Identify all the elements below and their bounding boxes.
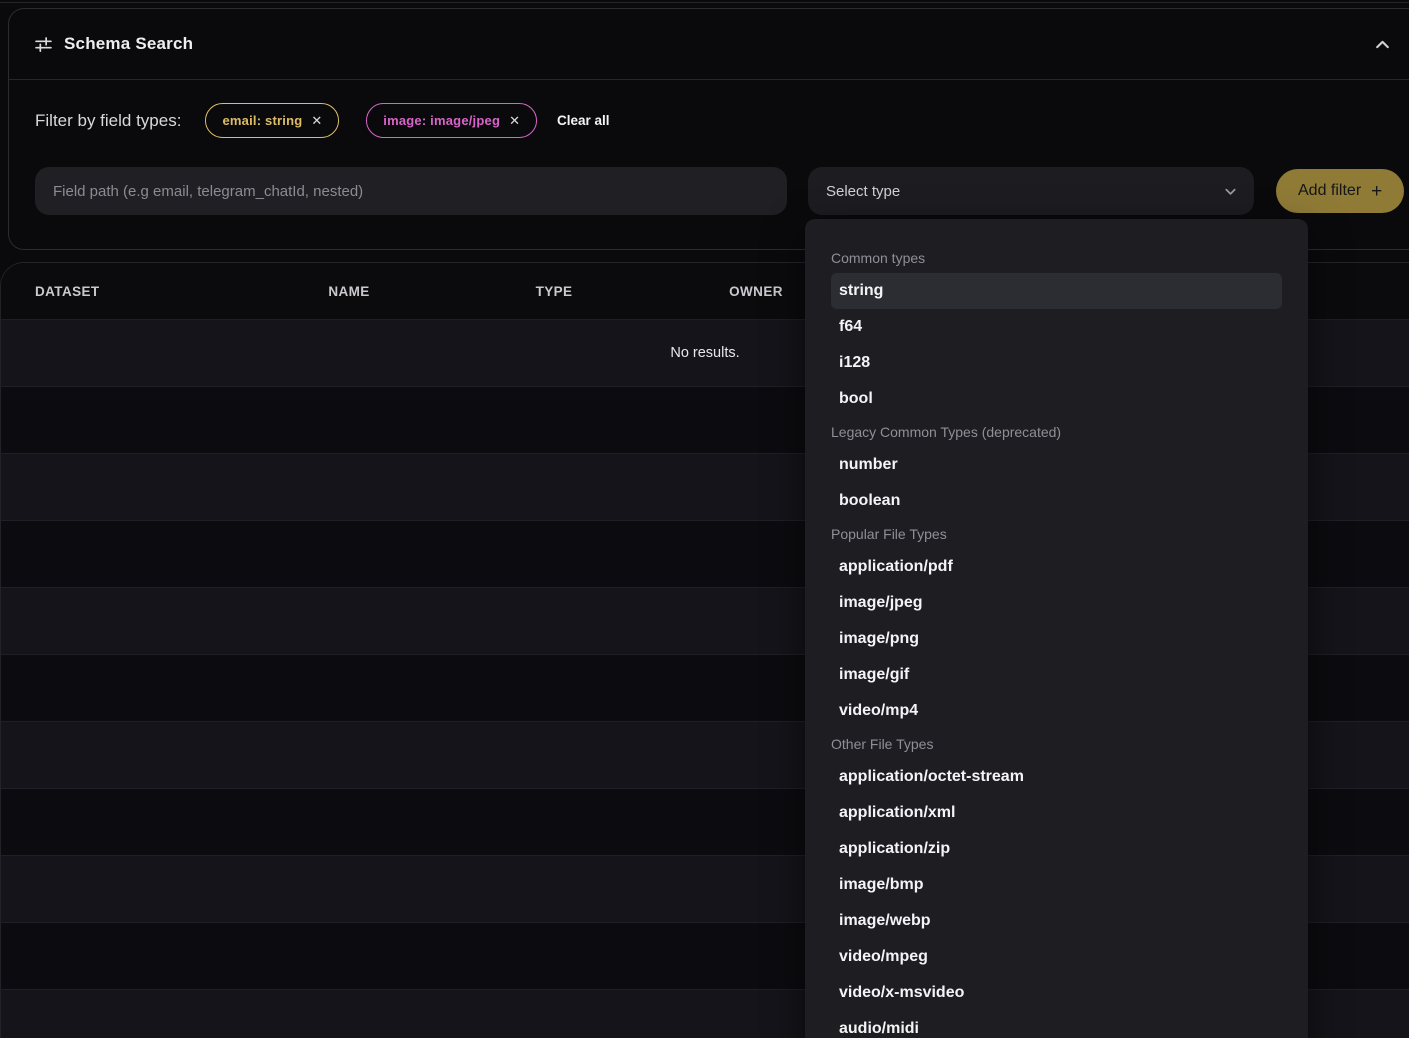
type-group-label: Legacy Common Types (deprecated) bbox=[831, 417, 1282, 447]
type-option[interactable]: f64 bbox=[831, 309, 1282, 345]
panel-body: Filter by field types: email: string ✕ i… bbox=[9, 80, 1409, 215]
filter-chip-label: image: image/jpeg bbox=[383, 113, 500, 128]
type-group-label: Common types bbox=[831, 243, 1282, 273]
type-option[interactable]: application/xml bbox=[831, 795, 1282, 831]
panel-header: Schema Search bbox=[9, 9, 1409, 80]
filter-chip: image: image/jpeg ✕ bbox=[366, 103, 537, 138]
column-header: DATASET bbox=[1, 284, 241, 299]
type-option[interactable]: audio/midi bbox=[831, 1011, 1282, 1038]
chevron-up-icon bbox=[1374, 36, 1391, 53]
field-path-input[interactable] bbox=[35, 167, 787, 215]
type-option[interactable]: image/bmp bbox=[831, 867, 1282, 903]
add-filter-button[interactable]: Add filter + bbox=[1276, 169, 1404, 213]
type-option[interactable]: image/webp bbox=[831, 903, 1282, 939]
chip-list: email: string ✕ image: image/jpeg ✕ bbox=[205, 103, 537, 138]
type-option[interactable]: i128 bbox=[831, 345, 1282, 381]
plus-icon: + bbox=[1371, 182, 1382, 201]
top-divider bbox=[0, 2, 1409, 3]
type-group-label: Popular File Types bbox=[831, 519, 1282, 549]
type-option[interactable]: image/png bbox=[831, 621, 1282, 657]
type-option[interactable]: bool bbox=[831, 381, 1282, 417]
type-option[interactable]: boolean bbox=[831, 483, 1282, 519]
type-option[interactable]: video/mpeg bbox=[831, 939, 1282, 975]
filter-chip: email: string ✕ bbox=[205, 103, 339, 138]
chip-remove-button[interactable]: ✕ bbox=[509, 114, 520, 127]
clear-all-button[interactable]: Clear all bbox=[557, 113, 610, 128]
column-header: NAME bbox=[241, 284, 457, 299]
collapse-panel-button[interactable] bbox=[1370, 32, 1394, 56]
chevron-down-icon bbox=[1223, 184, 1238, 199]
type-option[interactable]: application/zip bbox=[831, 831, 1282, 867]
filter-by-label: Filter by field types: bbox=[35, 111, 181, 131]
page-title: Schema Search bbox=[64, 34, 193, 54]
type-option[interactable]: application/octet-stream bbox=[831, 759, 1282, 795]
type-option[interactable]: string bbox=[831, 273, 1282, 309]
type-dropdown-menu: Common typesstringf64i128boolLegacy Comm… bbox=[805, 219, 1308, 1038]
chip-remove-button[interactable]: ✕ bbox=[311, 114, 322, 127]
schema-search-panel: Schema Search Filter by field types: ema… bbox=[8, 8, 1409, 250]
type-select-value: Select type bbox=[826, 183, 900, 200]
column-header: TYPE bbox=[457, 284, 651, 299]
type-option[interactable]: number bbox=[831, 447, 1282, 483]
type-group-label: Other File Types bbox=[831, 729, 1282, 759]
sliders-icon bbox=[35, 36, 52, 53]
type-option[interactable]: image/jpeg bbox=[831, 585, 1282, 621]
type-option[interactable]: application/pdf bbox=[831, 549, 1282, 585]
type-option[interactable]: image/gif bbox=[831, 657, 1282, 693]
no-results-message: No results. bbox=[670, 345, 739, 361]
type-select[interactable]: Select type bbox=[808, 167, 1254, 215]
filter-chip-label: email: string bbox=[222, 113, 302, 128]
type-option[interactable]: video/mp4 bbox=[831, 693, 1282, 729]
add-filter-label: Add filter bbox=[1298, 182, 1361, 200]
type-option[interactable]: video/x-msvideo bbox=[831, 975, 1282, 1011]
